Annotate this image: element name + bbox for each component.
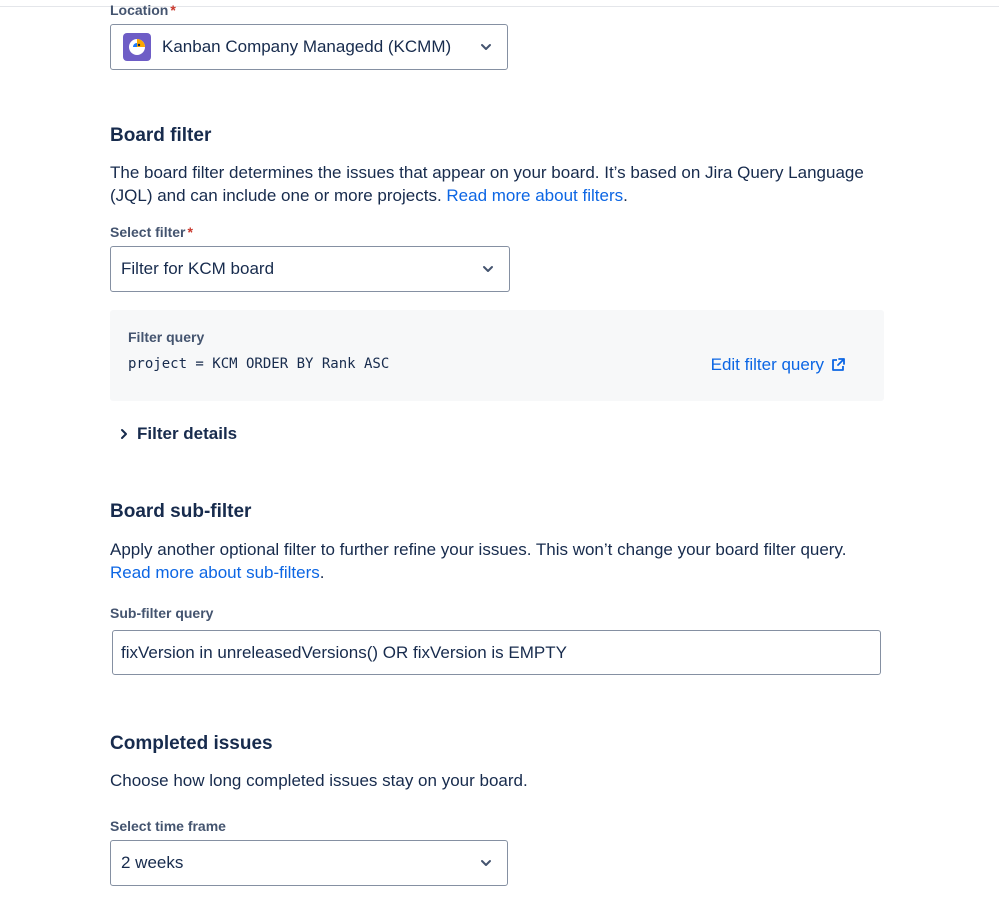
sub-filter-description: Apply another optional filter to further… xyxy=(110,538,870,584)
filter-query-panel: Filter query project = KCM ORDER BY Rank… xyxy=(110,310,884,401)
sub-filter-query-label: Sub-filter query xyxy=(110,605,214,621)
location-label: Location * xyxy=(110,2,176,18)
filter-details-toggle[interactable]: Filter details xyxy=(118,424,237,444)
filter-details-label: Filter details xyxy=(137,424,238,443)
chevron-down-icon xyxy=(481,860,491,866)
board-filter-period: . xyxy=(623,186,628,205)
select-filter-label: Select filter * xyxy=(110,224,193,240)
time-frame-select-value: 2 weeks xyxy=(121,853,184,872)
board-filter-heading: Board filter xyxy=(110,125,212,146)
completed-issues-heading: Completed issues xyxy=(110,733,273,754)
chevron-down-icon xyxy=(483,266,493,272)
filter-query-label: Filter query xyxy=(128,329,205,345)
parrot-avatar-icon xyxy=(123,33,151,61)
edit-filter-query-text[interactable]: Edit filter query xyxy=(711,355,824,375)
chevron-down-icon xyxy=(481,44,491,50)
required-mark: * xyxy=(170,2,176,18)
filter-select-value: Filter for KCM board xyxy=(121,259,275,278)
select-filter-label-text: Select filter xyxy=(110,224,186,240)
time-frame-select[interactable]: 2 weeks xyxy=(110,840,508,886)
location-select[interactable]: Kanban Company Managedd (KCMM) xyxy=(110,24,508,70)
read-more-filters-link[interactable]: Read more about filters xyxy=(446,186,623,205)
board-filter-description: The board filter determines the issues t… xyxy=(110,161,870,207)
board-sub-filter-heading: Board sub-filter xyxy=(110,501,252,522)
required-mark: * xyxy=(187,224,193,240)
filter-query-text: project = KCM ORDER BY Rank ASC xyxy=(128,356,390,372)
sub-filter-period: . xyxy=(319,563,325,582)
filter-select[interactable]: Filter for KCM board xyxy=(110,246,510,292)
sub-filter-query-input[interactable] xyxy=(113,631,880,674)
location-label-text: Location xyxy=(110,2,169,18)
sub-filter-query-field[interactable] xyxy=(112,630,881,675)
edit-filter-query-link[interactable]: Edit filter query xyxy=(711,355,846,375)
chevron-right-icon xyxy=(121,429,127,439)
completed-issues-description: Choose how long completed issues stay on… xyxy=(110,771,528,790)
sub-filter-description-text: Apply another optional filter to further… xyxy=(110,540,847,559)
read-more-sub-filters-link[interactable]: Read more about sub-filters xyxy=(110,563,320,582)
select-time-frame-label: Select time frame xyxy=(110,818,226,834)
location-select-value: Kanban Company Managedd (KCMM) xyxy=(162,37,452,56)
external-link-icon xyxy=(832,358,845,371)
